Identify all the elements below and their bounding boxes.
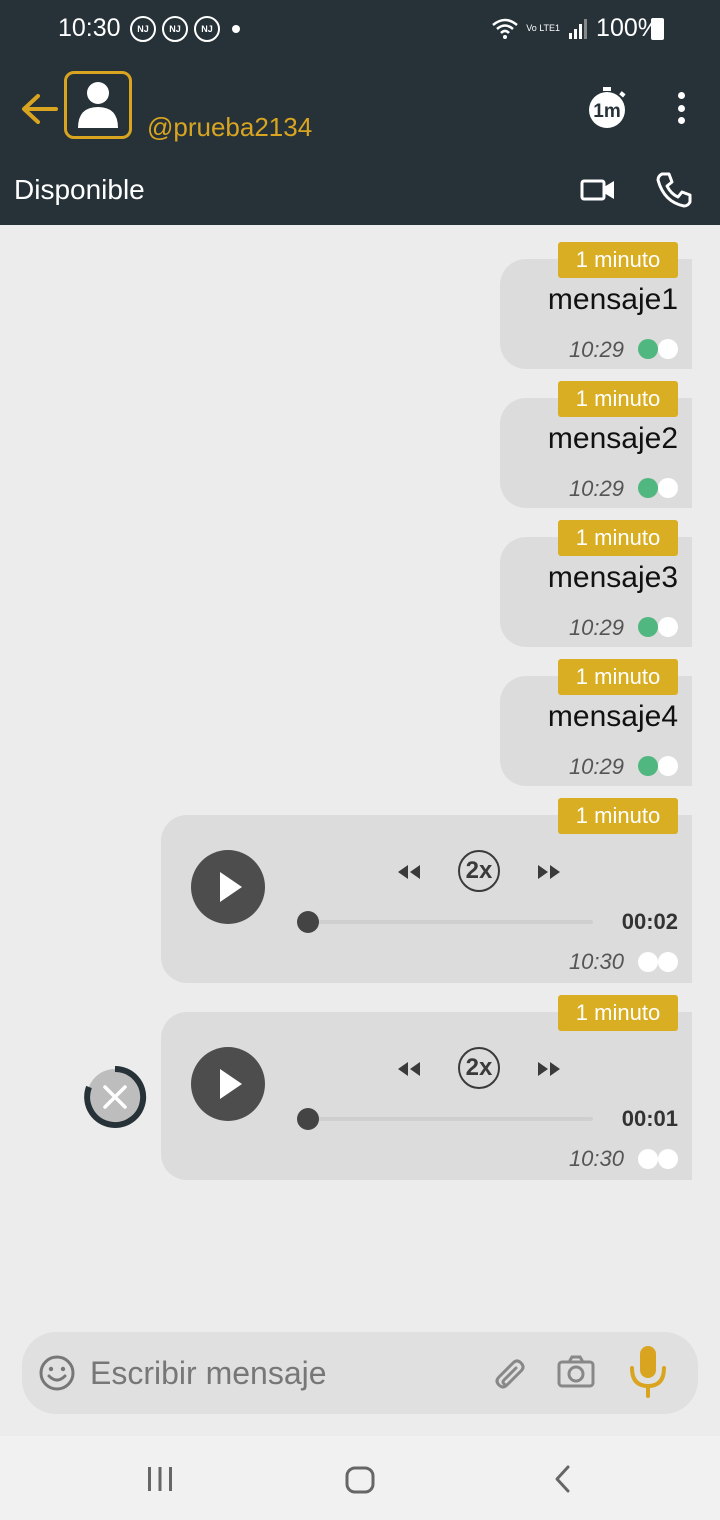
mic-icon[interactable]	[626, 1344, 670, 1400]
presence-status: Disponible	[14, 174, 145, 205]
self-destruct-badge: 1 minuto	[558, 659, 678, 695]
message-time: 10:30	[568, 1146, 624, 1171]
delivery-status-icon	[638, 756, 678, 776]
message-input[interactable]	[90, 1350, 470, 1396]
rewind-icon[interactable]	[395, 862, 423, 882]
notification-icon: NJ	[194, 16, 220, 42]
status-bar: 10:30 NJ NJ NJ Vo LTE1 100%	[0, 0, 720, 58]
message-time: 10:29	[568, 754, 624, 779]
seek-thumb[interactable]	[297, 911, 319, 933]
nav-back-icon[interactable]	[550, 1464, 576, 1494]
recents-icon[interactable]	[145, 1466, 175, 1492]
delivery-status-icon	[638, 478, 678, 498]
fast-forward-icon[interactable]	[535, 1059, 563, 1079]
self-destruct-badge: 1 minuto	[558, 995, 678, 1031]
wifi-icon	[492, 18, 518, 39]
menu-dot	[677, 104, 685, 112]
status-right: Vo LTE1 100%	[492, 14, 660, 43]
self-destruct-badge: 1 minuto	[558, 381, 678, 417]
system-nav-bar	[0, 1436, 720, 1520]
more-notifications-dot	[232, 25, 240, 33]
network-label: Vo LTE1	[526, 23, 561, 33]
delivery-status-icon	[638, 1149, 678, 1169]
delivery-status-icon	[638, 617, 678, 637]
status-time: 10:30	[58, 14, 121, 42]
play-icon	[220, 1069, 242, 1099]
menu-dot	[677, 117, 685, 124]
audio-message: 2x 00:01 10:30	[161, 1012, 692, 1180]
battery-icon	[651, 18, 664, 40]
message-time: 10:29	[568, 476, 624, 501]
play-button[interactable]	[191, 850, 265, 924]
message-time: 10:30	[568, 949, 624, 974]
timer-icon[interactable]: 1m	[585, 86, 629, 130]
home-icon[interactable]	[345, 1466, 375, 1494]
video-call-icon[interactable]	[580, 175, 616, 205]
message-composer	[22, 1332, 698, 1414]
message-time: 10:29	[568, 615, 624, 640]
seek-bar[interactable]	[307, 1117, 593, 1121]
avatar-icon	[78, 82, 118, 128]
seek-bar[interactable]	[307, 920, 593, 924]
self-destruct-badge: 1 minuto	[558, 798, 678, 834]
fast-forward-icon[interactable]	[535, 862, 563, 882]
play-button[interactable]	[191, 1047, 265, 1121]
delivery-status-icon	[638, 952, 678, 972]
signal-icon	[569, 18, 588, 39]
svg-text:1m: 1m	[593, 101, 620, 122]
audio-duration: 00:02	[621, 909, 678, 934]
notification-icons: NJ NJ NJ	[130, 16, 240, 42]
self-destruct-badge: 1 minuto	[558, 242, 678, 278]
audio-duration: 00:01	[621, 1106, 678, 1131]
phone-icon[interactable]	[654, 170, 694, 210]
message-text: mensaje3	[547, 561, 678, 594]
message-text: mensaje4	[547, 700, 678, 733]
emoji-icon[interactable]	[38, 1354, 76, 1392]
delivery-status-icon	[638, 339, 678, 359]
rewind-icon[interactable]	[395, 1059, 423, 1079]
notification-icon: NJ	[130, 16, 156, 42]
back-arrow-icon[interactable]	[18, 88, 60, 130]
camera-icon[interactable]	[556, 1352, 596, 1392]
playback-speed-button[interactable]: 2x	[458, 1047, 500, 1089]
self-destruct-badge: 1 minuto	[558, 520, 678, 556]
play-icon	[220, 872, 242, 902]
seek-thumb[interactable]	[297, 1108, 319, 1130]
avatar[interactable]	[64, 71, 132, 139]
message-text: mensaje2	[547, 422, 678, 455]
message-time: 10:29	[568, 337, 624, 362]
audio-message: 2x 00:02 10:30	[161, 815, 692, 983]
more-vert-icon[interactable]	[668, 88, 694, 128]
playback-speed-button[interactable]: 2x	[458, 850, 500, 892]
contact-username[interactable]: @prueba2134	[147, 112, 312, 143]
notification-icon: NJ	[162, 16, 188, 42]
cancel-icon[interactable]	[83, 1065, 147, 1129]
menu-dot	[677, 92, 685, 99]
message-text: mensaje1	[547, 283, 678, 316]
attach-icon[interactable]	[488, 1352, 528, 1392]
chat-header: @prueba2134 1m Disponible	[0, 58, 720, 225]
